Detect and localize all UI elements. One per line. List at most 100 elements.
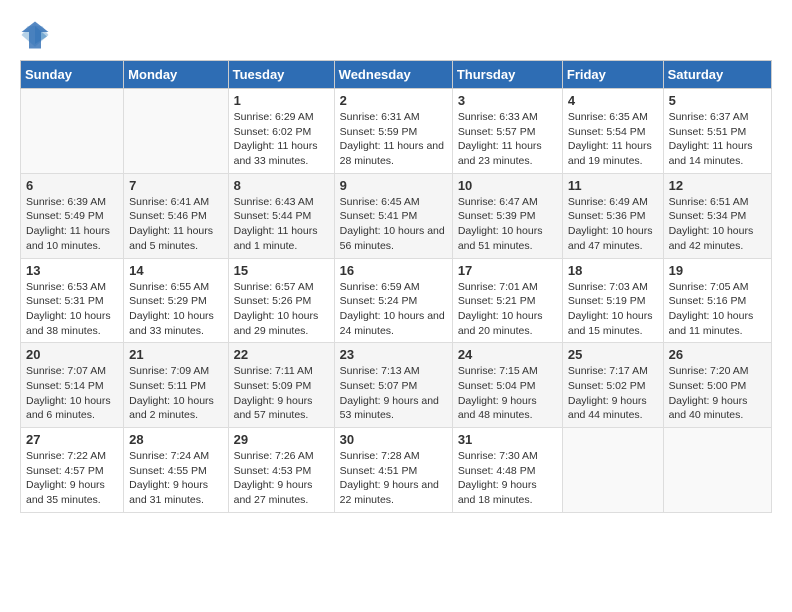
day-info: Sunrise: 6:29 AMSunset: 6:02 PMDaylight:… (234, 110, 329, 169)
calendar-cell: 30 Sunrise: 7:28 AMSunset: 4:51 PMDayligh… (334, 428, 452, 513)
day-number: 27 (26, 432, 118, 447)
day-number: 24 (458, 347, 557, 362)
day-info: Sunrise: 7:24 AMSunset: 4:55 PMDaylight:… (129, 449, 222, 508)
calendar-cell: 27 Sunrise: 7:22 AMSunset: 4:57 PMDayligh… (21, 428, 124, 513)
logo-icon (20, 20, 50, 50)
day-info: Sunrise: 7:09 AMSunset: 5:11 PMDaylight:… (129, 364, 222, 423)
day-info: Sunrise: 7:03 AMSunset: 5:19 PMDaylight:… (568, 280, 658, 339)
calendar-cell: 2 Sunrise: 6:31 AMSunset: 5:59 PMDaylight… (334, 89, 452, 174)
day-number: 16 (340, 263, 447, 278)
day-number: 22 (234, 347, 329, 362)
day-info: Sunrise: 6:49 AMSunset: 5:36 PMDaylight:… (568, 195, 658, 254)
calendar-cell: 8 Sunrise: 6:43 AMSunset: 5:44 PMDaylight… (228, 173, 334, 258)
calendar-cell (21, 89, 124, 174)
day-number: 6 (26, 178, 118, 193)
day-info: Sunrise: 6:59 AMSunset: 5:24 PMDaylight:… (340, 280, 447, 339)
day-number: 2 (340, 93, 447, 108)
calendar-cell: 25 Sunrise: 7:17 AMSunset: 5:02 PMDayligh… (562, 343, 663, 428)
day-number: 13 (26, 263, 118, 278)
day-info: Sunrise: 6:33 AMSunset: 5:57 PMDaylight:… (458, 110, 557, 169)
header-sunday: Sunday (21, 61, 124, 89)
calendar-cell: 24 Sunrise: 7:15 AMSunset: 5:04 PMDayligh… (452, 343, 562, 428)
day-info: Sunrise: 6:57 AMSunset: 5:26 PMDaylight:… (234, 280, 329, 339)
day-number: 14 (129, 263, 222, 278)
day-info: Sunrise: 7:01 AMSunset: 5:21 PMDaylight:… (458, 280, 557, 339)
day-number: 18 (568, 263, 658, 278)
calendar-cell: 10 Sunrise: 6:47 AMSunset: 5:39 PMDayligh… (452, 173, 562, 258)
calendar-cell (663, 428, 771, 513)
day-number: 3 (458, 93, 557, 108)
day-info: Sunrise: 7:26 AMSunset: 4:53 PMDaylight:… (234, 449, 329, 508)
calendar-header-row: SundayMondayTuesdayWednesdayThursdayFrid… (21, 61, 772, 89)
day-number: 17 (458, 263, 557, 278)
header-thursday: Thursday (452, 61, 562, 89)
day-info: Sunrise: 6:35 AMSunset: 5:54 PMDaylight:… (568, 110, 658, 169)
header-tuesday: Tuesday (228, 61, 334, 89)
day-info: Sunrise: 6:41 AMSunset: 5:46 PMDaylight:… (129, 195, 222, 254)
day-number: 20 (26, 347, 118, 362)
calendar-cell: 6Sunrise: 6:39 AMSunset: 5:49 PMDaylight… (21, 173, 124, 258)
calendar-cell: 31 Sunrise: 7:30 AMSunset: 4:48 PMDayligh… (452, 428, 562, 513)
calendar-week-row: 13Sunrise: 6:53 AMSunset: 5:31 PMDayligh… (21, 258, 772, 343)
calendar-week-row: 27 Sunrise: 7:22 AMSunset: 4:57 PMDayligh… (21, 428, 772, 513)
calendar-cell: 11Sunrise: 6:49 AMSunset: 5:36 PMDayligh… (562, 173, 663, 258)
day-number: 12 (669, 178, 766, 193)
day-info: Sunrise: 6:51 AMSunset: 5:34 PMDaylight:… (669, 195, 766, 254)
day-info: Sunrise: 6:55 AMSunset: 5:29 PMDaylight:… (129, 280, 222, 339)
calendar-week-row: 20 Sunrise: 7:07 AMSunset: 5:14 PMDayligh… (21, 343, 772, 428)
day-number: 1 (234, 93, 329, 108)
calendar-cell: 15 Sunrise: 6:57 AMSunset: 5:26 PMDayligh… (228, 258, 334, 343)
day-number: 29 (234, 432, 329, 447)
day-number: 31 (458, 432, 557, 447)
calendar-cell: 17 Sunrise: 7:01 AMSunset: 5:21 PMDayligh… (452, 258, 562, 343)
day-info: Sunrise: 6:31 AMSunset: 5:59 PMDaylight:… (340, 110, 447, 169)
day-info: Sunrise: 7:07 AMSunset: 5:14 PMDaylight:… (26, 364, 118, 423)
day-number: 19 (669, 263, 766, 278)
day-info: Sunrise: 7:05 AMSunset: 5:16 PMDaylight:… (669, 280, 766, 339)
calendar-cell: 1 Sunrise: 6:29 AMSunset: 6:02 PMDaylight… (228, 89, 334, 174)
header-saturday: Saturday (663, 61, 771, 89)
day-number: 7 (129, 178, 222, 193)
day-number: 15 (234, 263, 329, 278)
calendar-cell: 3 Sunrise: 6:33 AMSunset: 5:57 PMDaylight… (452, 89, 562, 174)
day-info: Sunrise: 7:17 AMSunset: 5:02 PMDaylight:… (568, 364, 658, 423)
calendar-cell: 13Sunrise: 6:53 AMSunset: 5:31 PMDayligh… (21, 258, 124, 343)
calendar-cell: 22 Sunrise: 7:11 AMSunset: 5:09 PMDayligh… (228, 343, 334, 428)
calendar-cell: 21 Sunrise: 7:09 AMSunset: 5:11 PMDayligh… (124, 343, 228, 428)
day-number: 10 (458, 178, 557, 193)
calendar-cell: 26Sunrise: 7:20 AMSunset: 5:00 PMDayligh… (663, 343, 771, 428)
day-number: 26 (669, 347, 766, 362)
day-info: Sunrise: 7:15 AMSunset: 5:04 PMDaylight:… (458, 364, 557, 423)
day-info: Sunrise: 6:47 AMSunset: 5:39 PMDaylight:… (458, 195, 557, 254)
calendar-cell: 23 Sunrise: 7:13 AMSunset: 5:07 PMDayligh… (334, 343, 452, 428)
day-number: 28 (129, 432, 222, 447)
day-info: Sunrise: 6:43 AMSunset: 5:44 PMDaylight:… (234, 195, 329, 254)
calendar-cell: 12 Sunrise: 6:51 AMSunset: 5:34 PMDayligh… (663, 173, 771, 258)
calendar-cell: 18 Sunrise: 7:03 AMSunset: 5:19 PMDayligh… (562, 258, 663, 343)
day-number: 21 (129, 347, 222, 362)
day-info: Sunrise: 7:11 AMSunset: 5:09 PMDaylight:… (234, 364, 329, 423)
calendar-week-row: 6Sunrise: 6:39 AMSunset: 5:49 PMDaylight… (21, 173, 772, 258)
day-info: Sunrise: 7:13 AMSunset: 5:07 PMDaylight:… (340, 364, 447, 423)
day-info: Sunrise: 7:30 AMSunset: 4:48 PMDaylight:… (458, 449, 557, 508)
calendar-cell: 20 Sunrise: 7:07 AMSunset: 5:14 PMDayligh… (21, 343, 124, 428)
day-number: 25 (568, 347, 658, 362)
calendar-cell: 9Sunrise: 6:45 AMSunset: 5:41 PMDaylight… (334, 173, 452, 258)
day-info: Sunrise: 7:28 AMSunset: 4:51 PMDaylight:… (340, 449, 447, 508)
day-number: 5 (669, 93, 766, 108)
calendar-cell: 7 Sunrise: 6:41 AMSunset: 5:46 PMDaylight… (124, 173, 228, 258)
calendar-cell (562, 428, 663, 513)
day-number: 8 (234, 178, 329, 193)
calendar-cell: 16 Sunrise: 6:59 AMSunset: 5:24 PMDayligh… (334, 258, 452, 343)
day-number: 9 (340, 178, 447, 193)
calendar-cell: 14 Sunrise: 6:55 AMSunset: 5:29 PMDayligh… (124, 258, 228, 343)
logo (20, 20, 54, 50)
day-info: Sunrise: 6:37 AMSunset: 5:51 PMDaylight:… (669, 110, 766, 169)
day-info: Sunrise: 7:22 AMSunset: 4:57 PMDaylight:… (26, 449, 118, 508)
day-number: 23 (340, 347, 447, 362)
header-friday: Friday (562, 61, 663, 89)
calendar-cell: 28 Sunrise: 7:24 AMSunset: 4:55 PMDayligh… (124, 428, 228, 513)
calendar-cell (124, 89, 228, 174)
day-number: 30 (340, 432, 447, 447)
header-monday: Monday (124, 61, 228, 89)
